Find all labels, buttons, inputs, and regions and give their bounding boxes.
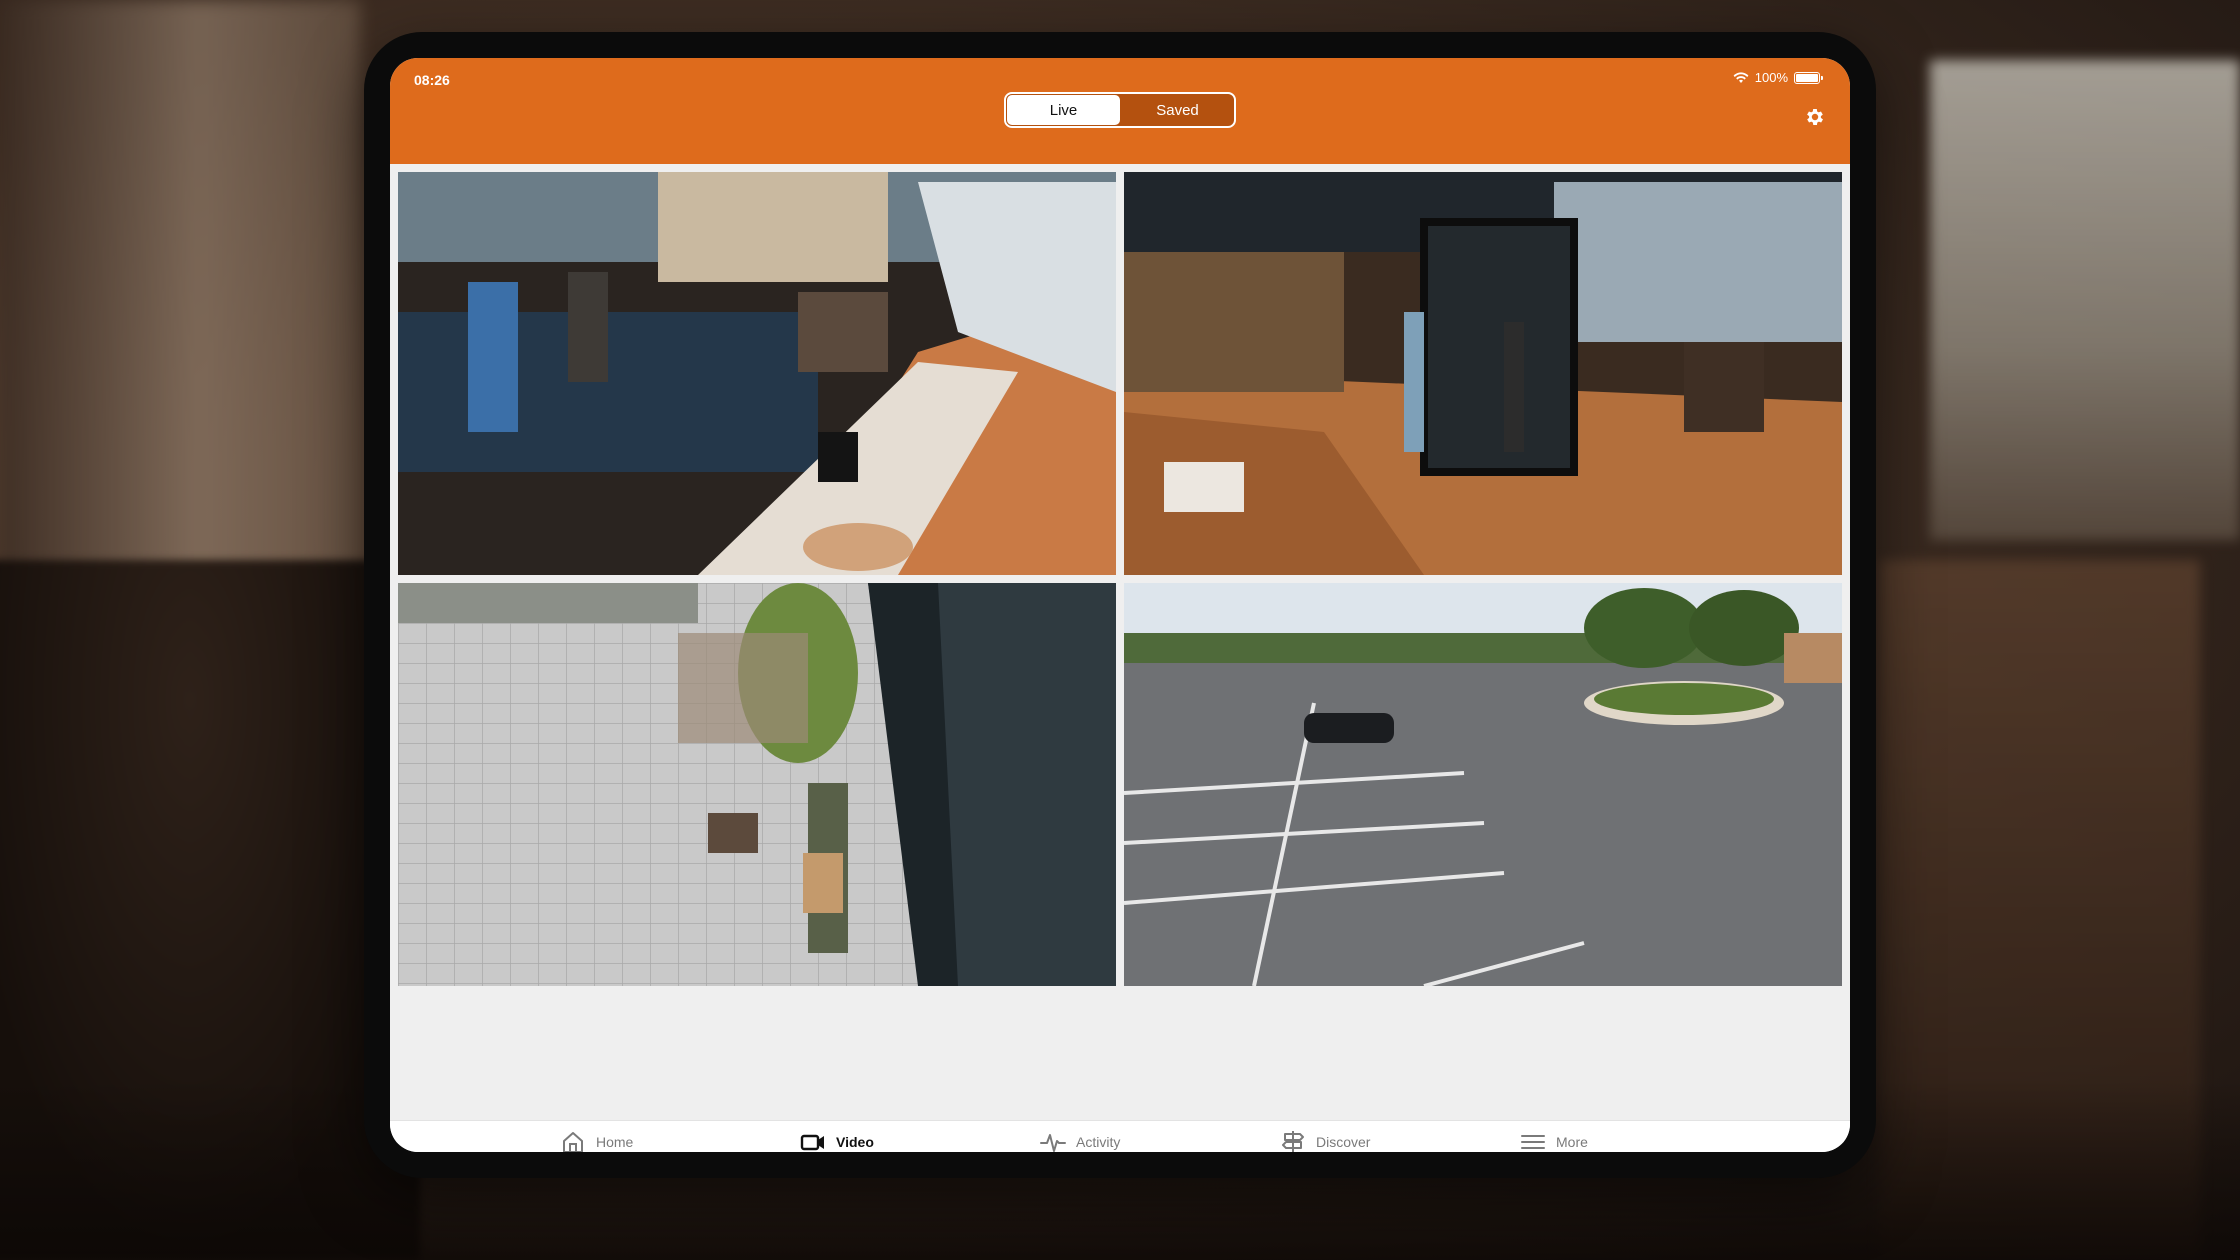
- menu-lines-icon: [1521, 1135, 1545, 1149]
- battery-icon: [1794, 71, 1823, 84]
- camera-feed-parking-lot[interactable]: [1124, 583, 1842, 986]
- bottom-tab-bar: Home Video Activity Discover More: [390, 1120, 1850, 1152]
- camera-feed-coffee-bar[interactable]: [398, 172, 1116, 575]
- tablet-frame: 08:26 100% Live Saved Home Video Activit…: [364, 32, 1876, 1178]
- tab-activity-label: Activity: [1076, 1134, 1121, 1150]
- tab-video[interactable]: Video: [800, 1129, 874, 1152]
- home-icon: [563, 1132, 583, 1152]
- camera-image: [1124, 172, 1842, 575]
- signpost-icon: [1282, 1131, 1304, 1152]
- app-header: 08:26 100% Live Saved: [390, 58, 1850, 164]
- tab-more[interactable]: More: [1520, 1129, 1588, 1152]
- camera-feed-cafe-entrance[interactable]: [1124, 172, 1842, 575]
- segment-live[interactable]: Live: [1007, 95, 1120, 125]
- tab-home[interactable]: Home: [560, 1129, 633, 1152]
- camera-image: [398, 172, 1116, 575]
- activity-pulse-icon: [1040, 1134, 1066, 1152]
- tab-video-label: Video: [836, 1134, 874, 1150]
- tab-discover[interactable]: Discover: [1280, 1129, 1370, 1152]
- camera-grid: [398, 172, 1842, 986]
- wifi-icon: [1733, 71, 1749, 83]
- status-indicators: 100%: [1733, 70, 1823, 85]
- gear-icon[interactable]: [1804, 106, 1826, 128]
- camera-image: [1124, 583, 1842, 986]
- background-window: [1930, 60, 2240, 540]
- tab-activity[interactable]: Activity: [1040, 1129, 1120, 1152]
- video-camera-icon: [800, 1134, 824, 1151]
- background-pillar: [0, 0, 360, 640]
- battery-percent: 100%: [1754, 70, 1788, 85]
- segment-saved[interactable]: Saved: [1121, 94, 1234, 126]
- camera-image: [398, 583, 1116, 986]
- tab-discover-label: Discover: [1316, 1134, 1371, 1150]
- tab-more-label: More: [1556, 1134, 1588, 1150]
- live-saved-toggle: Live Saved: [1004, 92, 1236, 128]
- status-time: 08:26: [414, 72, 450, 88]
- app-screen: 08:26 100% Live Saved Home Video Activit…: [390, 58, 1850, 1152]
- camera-feed-outdoor-patio[interactable]: [398, 583, 1116, 986]
- tab-home-label: Home: [596, 1134, 634, 1150]
